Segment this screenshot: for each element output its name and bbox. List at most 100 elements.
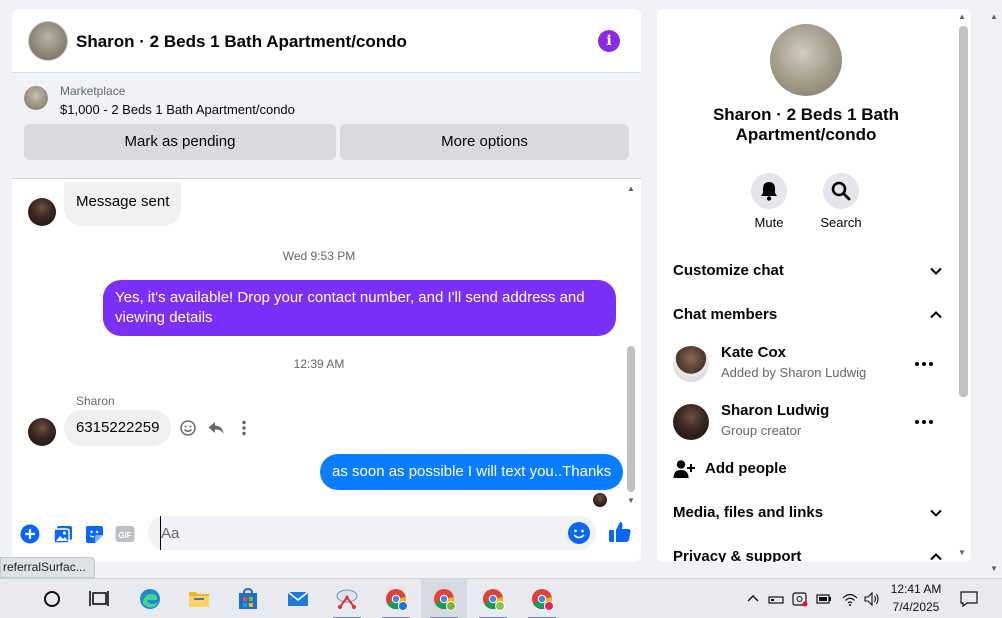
add-people-row[interactable]: Add people — [673, 459, 943, 481]
avatar[interactable] — [673, 404, 709, 440]
photo-icon[interactable] — [53, 524, 73, 544]
chat-title[interactable]: Sharon · 2 Beds 1 Bath Apartment/condo — [76, 32, 407, 52]
chevron-up-icon[interactable] — [745, 591, 761, 607]
edge-icon — [140, 589, 160, 609]
chat-info-panel: Sharon · 2 Beds 1 Bath Apartment/condo M… — [657, 9, 971, 562]
outgoing-message[interactable]: Yes, it's available! Drop your contact n… — [103, 280, 616, 336]
scroll-down-arrow[interactable]: ▼ — [958, 548, 966, 557]
folder-icon — [189, 592, 209, 607]
clock-date[interactable]: 7/4/2025 — [888, 600, 944, 614]
message-list: Message sent Wed 9:53 PM Yes, it's avail… — [12, 180, 641, 510]
avatar[interactable] — [673, 346, 709, 382]
search-label: Search — [820, 215, 862, 230]
chevron-up-icon — [929, 550, 943, 562]
more-vertical-icon[interactable] — [235, 419, 253, 437]
volume-icon[interactable] — [864, 591, 880, 607]
start-button[interactable] — [29, 579, 75, 618]
battery-icon[interactable] — [816, 591, 832, 607]
chevron-down-icon — [929, 506, 943, 520]
taskbar-chrome-profile-c[interactable] — [470, 579, 516, 618]
timestamp: 12:39 AM — [293, 357, 345, 371]
svg-text:GIF: GIF — [118, 531, 131, 540]
outgoing-message[interactable]: as soon as possible I will text you..Tha… — [320, 454, 624, 490]
mute-label: Mute — [754, 215, 784, 230]
scrollbar-thumb[interactable] — [627, 346, 635, 492]
taskbar-edge[interactable] — [127, 579, 173, 618]
taskbar-snipping-tool[interactable] — [324, 579, 370, 618]
privacy-support-row[interactable]: Privacy & support — [673, 548, 943, 562]
gif-icon[interactable]: GIF — [115, 524, 135, 544]
add-person-icon — [673, 459, 695, 484]
listing-title[interactable]: $1,000 - 2 Beds 1 Bath Apartment/condo — [60, 102, 295, 117]
notifications-icon[interactable] — [960, 590, 978, 608]
page-scroll-up-arrow[interactable]: ▲ — [990, 12, 998, 21]
wifi-icon[interactable] — [842, 591, 858, 607]
member-row[interactable]: Sharon Ludwig Group creator — [673, 402, 943, 442]
message-actions — [179, 419, 253, 437]
message-input-pill — [148, 516, 596, 550]
mute-button[interactable] — [751, 173, 787, 209]
info-icon[interactable]: i — [598, 30, 620, 52]
task-view-icon — [89, 591, 109, 606]
taskbar-chrome-active[interactable] — [421, 579, 467, 618]
message-input[interactable] — [160, 516, 560, 550]
search-button[interactable] — [823, 173, 859, 209]
clock-time[interactable]: 12:41 AM — [888, 582, 944, 596]
avatar[interactable] — [28, 198, 56, 226]
reply-icon[interactable] — [207, 419, 225, 437]
search-icon — [831, 181, 851, 201]
chat-header: Sharon · 2 Beds 1 Bath Apartment/condo i — [12, 9, 641, 73]
member-row[interactable]: Kate Cox Added by Sharon Ludwig — [673, 344, 943, 384]
usb-drive-icon[interactable] — [768, 591, 784, 607]
plus-icon[interactable] — [20, 524, 40, 544]
chat-panel: Sharon · 2 Beds 1 Bath Apartment/condo i… — [12, 9, 641, 562]
media-files-row[interactable]: Media, files and links — [673, 504, 943, 524]
sticker-icon[interactable] — [84, 524, 104, 544]
scissors-icon — [336, 589, 358, 609]
member-name: Kate Cox — [721, 344, 787, 361]
marketplace-banner: Marketplace $1,000 - 2 Beds 1 Bath Apart… — [12, 73, 641, 179]
page-scroll-down-arrow[interactable]: ▼ — [990, 564, 998, 573]
chrome-icon — [386, 589, 408, 611]
group-name: Sharon · 2 Beds 1 Bath Apartment/condo — [712, 105, 900, 144]
more-horizontal-icon[interactable] — [913, 414, 935, 430]
member-subtitle: Group creator — [721, 423, 802, 438]
taskbar-store[interactable] — [225, 579, 271, 618]
cortana-icon — [44, 591, 60, 607]
chrome-icon — [483, 589, 505, 611]
more-options-button[interactable]: More options — [340, 124, 629, 160]
message-sent-bubble[interactable]: Message sent — [64, 182, 182, 226]
bell-icon — [761, 182, 777, 201]
group-avatar[interactable] — [770, 24, 842, 96]
avatar[interactable] — [28, 418, 56, 446]
chat-avatar[interactable] — [28, 21, 68, 61]
scroll-down-arrow[interactable]: ▼ — [627, 496, 635, 505]
emoji-icon[interactable] — [568, 522, 590, 544]
scroll-up-arrow[interactable]: ▲ — [627, 184, 635, 193]
customize-chat-row[interactable]: Customize chat — [673, 262, 943, 282]
meet-now-icon[interactable] — [792, 591, 808, 607]
taskbar-chrome-profile-d[interactable] — [519, 579, 565, 618]
chevron-down-icon — [929, 264, 943, 278]
scrollbar-thumb[interactable] — [959, 26, 968, 397]
mark-as-pending-button[interactable]: Mark as pending — [24, 124, 336, 160]
chrome-icon — [434, 589, 456, 611]
taskbar-file-explorer[interactable] — [176, 579, 222, 618]
status-tooltip: referralSurfac... — [0, 557, 95, 578]
taskbar-mail[interactable] — [275, 579, 321, 618]
listing-thumbnail[interactable] — [24, 86, 48, 110]
member-subtitle: Added by Sharon Ludwig — [721, 365, 867, 380]
react-icon[interactable] — [179, 419, 197, 437]
taskbar-chrome-profile-a[interactable] — [373, 579, 419, 618]
media-files-label: Media, files and links — [673, 504, 824, 521]
like-icon[interactable] — [608, 520, 632, 544]
chat-members-row[interactable]: Chat members — [673, 306, 943, 326]
store-icon — [239, 587, 257, 609]
incoming-message[interactable]: 6315222259 — [64, 410, 172, 446]
customize-chat-label: Customize chat — [673, 262, 784, 279]
taskbar: 12:41 AM 7/4/2025 — [0, 578, 1002, 618]
scroll-up-arrow[interactable]: ▲ — [958, 12, 966, 21]
more-horizontal-icon[interactable] — [913, 356, 935, 372]
add-people-label: Add people — [705, 460, 787, 477]
task-view-button[interactable] — [76, 579, 122, 618]
